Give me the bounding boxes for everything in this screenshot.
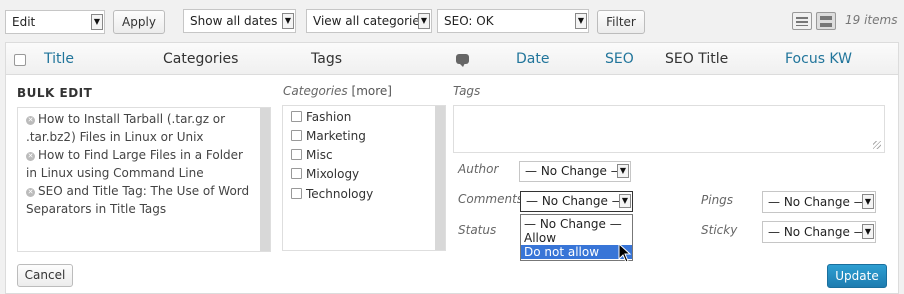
author-label: Author bbox=[458, 162, 499, 176]
remove-icon[interactable]: ✕ bbox=[26, 152, 35, 161]
comments-select[interactable]: — No Change — ▼ bbox=[520, 191, 633, 212]
pings-select[interactable]: — No Change — ▼ bbox=[762, 191, 876, 213]
excerpt-view-icon[interactable] bbox=[816, 12, 836, 30]
remove-icon[interactable]: ✕ bbox=[26, 116, 35, 125]
checkbox[interactable] bbox=[291, 168, 302, 179]
title-item-text: How to Install Tarball (.tar.gz or .tar.… bbox=[26, 112, 226, 144]
title-item-text: SEO and Title Tag: The Use of Word Separ… bbox=[26, 184, 250, 216]
dropdown-option[interactable]: Allow bbox=[521, 231, 632, 245]
cancel-button[interactable]: Cancel bbox=[17, 264, 73, 287]
selected-titles-list: ✕ How to Install Tarball (.tar.gz or .tar… bbox=[17, 107, 271, 252]
categories-filter-select[interactable]: View all categories ▼ bbox=[306, 9, 432, 33]
comments-dropdown-menu: — No Change — Allow Do not allow bbox=[520, 214, 633, 261]
table-header: Title Categories Tags Date SEO SEO Title… bbox=[6, 43, 898, 75]
title-item: ✕ How to Find Large Files in a Folder in … bbox=[26, 146, 256, 182]
author-value: — No Change — bbox=[525, 164, 623, 178]
checkbox[interactable] bbox=[291, 111, 302, 122]
column-categories: Categories bbox=[163, 51, 239, 67]
author-select[interactable]: — No Change — ▼ bbox=[519, 161, 631, 182]
sticky-value: — No Change — bbox=[768, 225, 866, 239]
tags-label: Tags bbox=[453, 84, 481, 98]
comment-icon[interactable] bbox=[456, 54, 469, 67]
checkbox[interactable] bbox=[291, 130, 302, 141]
chevron-down-icon: ▼ bbox=[282, 13, 294, 29]
dates-filter-value: Show all dates bbox=[190, 14, 278, 28]
select-all-checkbox[interactable] bbox=[14, 54, 26, 66]
filter-button[interactable]: Filter bbox=[597, 10, 645, 34]
category-option[interactable]: Mixology bbox=[291, 167, 359, 181]
dates-filter-select[interactable]: Show all dates ▼ bbox=[183, 9, 296, 33]
pings-label: Pings bbox=[701, 193, 734, 207]
scrollbar[interactable] bbox=[435, 106, 445, 250]
column-focus-kw[interactable]: Focus KW bbox=[785, 51, 852, 67]
category-option[interactable]: Fashion bbox=[291, 110, 351, 124]
category-option[interactable]: Technology bbox=[291, 187, 373, 201]
chevron-down-icon: ▼ bbox=[575, 13, 587, 29]
more-link[interactable]: [more] bbox=[352, 84, 392, 98]
tags-textarea[interactable] bbox=[453, 105, 885, 153]
comments-value: — No Change — bbox=[526, 194, 624, 208]
title-item: ✕ SEO and Title Tag: The Use of Word Sepa… bbox=[26, 182, 256, 218]
categories-checklist: Fashion Marketing Misc Mixology Technolo… bbox=[282, 105, 446, 251]
items-count: 19 items bbox=[845, 13, 898, 27]
mouse-cursor-icon bbox=[618, 243, 632, 263]
chevron-down-icon: ▼ bbox=[418, 13, 430, 29]
column-seo-title: SEO Title bbox=[665, 51, 729, 67]
list-view-icon[interactable] bbox=[792, 12, 812, 30]
column-tags: Tags bbox=[311, 51, 342, 67]
seo-filter-value: SEO: OK bbox=[444, 14, 494, 28]
chevron-down-icon: ▼ bbox=[862, 194, 874, 209]
category-option-label: Marketing bbox=[306, 129, 366, 143]
category-option-label: Technology bbox=[306, 187, 374, 201]
chevron-down-icon: ▼ bbox=[862, 224, 874, 239]
category-option[interactable]: Marketing bbox=[291, 129, 366, 143]
title-item-text: How to Find Large Files in a Folder in L… bbox=[26, 148, 243, 180]
categories-label: Categories [more] bbox=[283, 84, 392, 98]
column-title[interactable]: Title bbox=[44, 51, 74, 67]
checkbox[interactable] bbox=[291, 188, 302, 199]
category-option-label: Fashion bbox=[306, 110, 352, 124]
comments-label: Comments bbox=[458, 192, 524, 206]
bulk-edit-heading: BULK EDIT bbox=[17, 86, 93, 100]
category-option-label: Misc bbox=[306, 148, 333, 162]
sticky-select[interactable]: — No Change — ▼ bbox=[762, 221, 876, 243]
category-option[interactable]: Misc bbox=[291, 148, 333, 162]
dropdown-option-highlighted[interactable]: Do not allow bbox=[521, 245, 632, 259]
posts-table: Title Categories Tags Date SEO SEO Title… bbox=[5, 42, 899, 294]
dropdown-option[interactable]: — No Change — bbox=[521, 217, 632, 231]
column-date[interactable]: Date bbox=[516, 51, 549, 67]
sticky-label: Sticky bbox=[701, 223, 738, 237]
resize-handle-icon[interactable] bbox=[873, 141, 881, 149]
scrollbar[interactable] bbox=[260, 108, 270, 251]
seo-filter-select[interactable]: SEO: OK ▼ bbox=[437, 9, 589, 33]
update-button[interactable]: Update bbox=[827, 264, 887, 288]
column-seo[interactable]: SEO bbox=[605, 51, 634, 67]
chevron-down-icon: ▼ bbox=[619, 194, 631, 208]
bulk-action-select[interactable]: Edit ▼ bbox=[5, 10, 105, 34]
bulk-action-value: Edit bbox=[12, 15, 36, 29]
category-option-label: Mixology bbox=[306, 167, 360, 181]
title-item: ✕ How to Install Tarball (.tar.gz or .tar… bbox=[26, 110, 256, 146]
remove-icon[interactable]: ✕ bbox=[26, 188, 35, 197]
pings-value: — No Change — bbox=[768, 195, 866, 209]
chevron-down-icon: ▼ bbox=[617, 164, 629, 178]
chevron-down-icon: ▼ bbox=[91, 14, 103, 30]
status-label: Status bbox=[458, 223, 497, 237]
categories-label-text: Categories bbox=[283, 84, 348, 98]
categories-filter-value: View all categories bbox=[313, 14, 427, 28]
apply-button[interactable]: Apply bbox=[113, 10, 165, 34]
checkbox[interactable] bbox=[291, 149, 302, 160]
